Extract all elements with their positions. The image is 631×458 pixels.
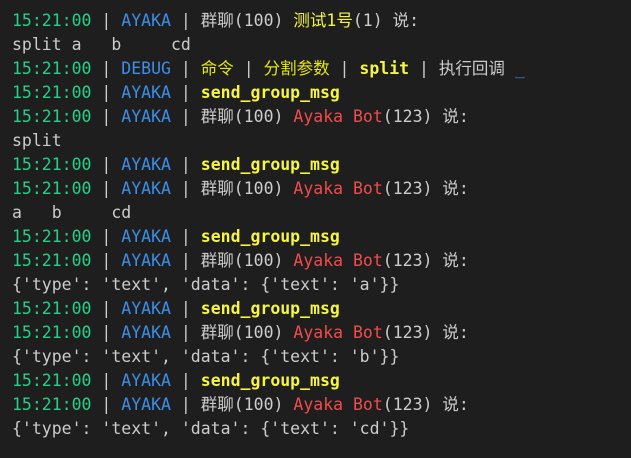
log-line-chat: 15:21:00 | AYAKA | 群聊(100) Ayaka Bot(123… (12, 179, 469, 198)
command-name: send_group_msg (200, 83, 340, 102)
debug-field-callback: 执行回调 (438, 59, 505, 78)
timestamp: 15:21:00 (12, 11, 92, 30)
cursor-mark: _ (514, 59, 525, 78)
debug-field-split: split (359, 59, 410, 78)
sender-uid: (1) (352, 11, 383, 30)
debug-field-split-args: 分割参数 (263, 59, 330, 78)
log-line-command: 15:21:00 | AYAKA | send_group_msg (12, 227, 340, 246)
says-label: 说: (442, 179, 469, 198)
timestamp: 15:21:00 (12, 179, 92, 198)
sender-name: Ayaka Bot (293, 179, 383, 198)
group-label: 群聊(100) (200, 11, 284, 30)
log-line-chat: 15:21:00 | AYAKA | 群聊(100) Ayaka Bot(123… (12, 107, 469, 126)
log-line-debug: 15:21:00 | DEBUG | 命令 | 分割参数 | split | 执… (12, 59, 525, 78)
log-line-chat: 15:21:00 | AYAKA | 群聊(100) Ayaka Bot(123… (12, 251, 469, 270)
log-line-command: 15:21:00 | AYAKA | send_group_msg (12, 371, 340, 390)
log-line-chat: 15:21:00 | AYAKA | 群聊(100) Ayaka Bot(123… (12, 395, 469, 414)
log-line-command: 15:21:00 | AYAKA | send_group_msg (12, 155, 340, 174)
debug-field-command: 命令 (200, 59, 234, 78)
timestamp: 15:21:00 (12, 395, 92, 414)
sender-uid: (123) (382, 323, 433, 342)
sender-name: Ayaka Bot (293, 107, 383, 126)
log-level: AYAKA (121, 371, 171, 390)
log-level: AYAKA (121, 107, 171, 126)
log-level: AYAKA (121, 179, 171, 198)
log-line-message: a b cd (12, 203, 132, 222)
group-label: 群聊(100) (200, 395, 284, 414)
log-level: AYAKA (121, 299, 171, 318)
says-label: 说: (392, 11, 420, 30)
timestamp: 15:21:00 (12, 59, 92, 78)
timestamp: 15:21:00 (12, 299, 92, 318)
command-name: send_group_msg (200, 299, 340, 318)
log-line-message: {'type': 'text', 'data': {'text': 'b'}} (12, 347, 400, 366)
log-line-message: {'type': 'text', 'data': {'text': 'cd'}} (12, 419, 410, 438)
log-level: AYAKA (121, 11, 171, 30)
timestamp: 15:21:00 (12, 251, 92, 270)
sender-uid: (123) (382, 251, 433, 270)
command-name: send_group_msg (200, 227, 340, 246)
log-level: DEBUG (121, 59, 171, 78)
sender-uid: (123) (382, 107, 433, 126)
says-label: 说: (442, 107, 469, 126)
log-line-command: 15:21:00 | AYAKA | send_group_msg (12, 83, 340, 102)
log-level: AYAKA (121, 395, 171, 414)
timestamp: 15:21:00 (12, 83, 92, 102)
log-level: AYAKA (121, 155, 171, 174)
says-label: 说: (442, 251, 469, 270)
log-line-message: {'type': 'text', 'data': {'text': 'a'}} (12, 275, 400, 294)
sender-name: Ayaka Bot (293, 251, 383, 270)
group-label: 群聊(100) (200, 107, 284, 126)
command-name: send_group_msg (200, 155, 340, 174)
log-level: AYAKA (121, 323, 171, 342)
log-line-command: 15:21:00 | AYAKA | send_group_msg (12, 299, 340, 318)
log-line-message: split a b cd (12, 35, 191, 54)
says-label: 说: (442, 323, 469, 342)
command-name: send_group_msg (200, 371, 340, 390)
says-label: 说: (442, 395, 469, 414)
timestamp: 15:21:00 (12, 155, 92, 174)
group-label: 群聊(100) (200, 251, 284, 270)
sender-name: Ayaka Bot (293, 395, 383, 414)
log-level: AYAKA (121, 227, 171, 246)
log-line-chat: 15:21:00 | AYAKA | 群聊(100) 测试1号(1) 说: (12, 11, 420, 30)
sender-name: Ayaka Bot (293, 323, 383, 342)
group-label: 群聊(100) (200, 323, 284, 342)
timestamp: 15:21:00 (12, 107, 92, 126)
group-label: 群聊(100) (200, 179, 284, 198)
sender-name: 测试1号 (293, 11, 353, 30)
timestamp: 15:21:00 (12, 227, 92, 246)
sender-uid: (123) (382, 179, 433, 198)
log-level: AYAKA (121, 251, 171, 270)
timestamp: 15:21:00 (12, 371, 92, 390)
timestamp: 15:21:00 (12, 323, 92, 342)
sender-uid: (123) (382, 395, 433, 414)
log-level: AYAKA (121, 83, 171, 102)
log-line-chat: 15:21:00 | AYAKA | 群聊(100) Ayaka Bot(123… (12, 323, 469, 342)
terminal-output[interactable]: 15:21:00 | AYAKA | 群聊(100) 测试1号(1) 说: sp… (0, 0, 631, 458)
log-line-message: split (12, 131, 62, 150)
